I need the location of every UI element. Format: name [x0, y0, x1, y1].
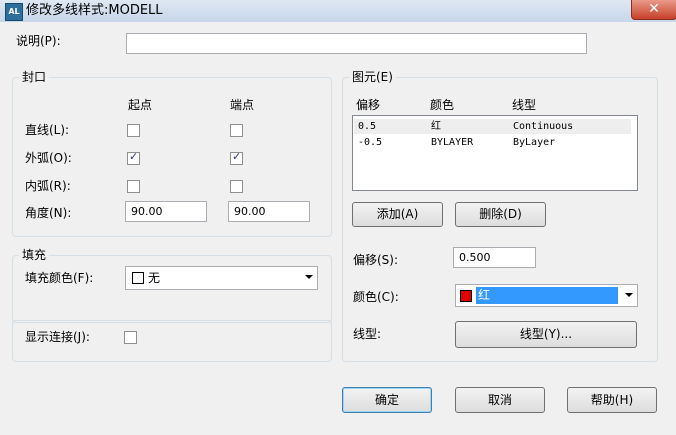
fill-color-label: 填充颜色(F):	[25, 271, 94, 285]
elements-group-title: 图元(E)	[349, 70, 396, 84]
elements-list[interactable]: 0.5 红 Continuous -0.5 BYLAYER ByLayer	[352, 115, 638, 191]
fill-color-value: 无	[148, 271, 161, 285]
caps-angle-start-input[interactable]: 90.00	[125, 201, 207, 222]
caps-line-end-checkbox[interactable]	[230, 124, 243, 137]
display-joints-label: 显示连接(J):	[25, 330, 90, 344]
ok-button[interactable]: 确定	[342, 387, 432, 413]
linetype-button[interactable]: 线型(Y)...	[455, 321, 637, 348]
element-offset-label: 偏移(S):	[353, 253, 399, 267]
element-linetype-label: 线型:	[353, 327, 382, 341]
dialog-body: 说明(P): 封口 起点 端点 直线(L): 外弧(O): 内弧(R): 角度(…	[0, 22, 676, 435]
cancel-button[interactable]: 取消	[455, 387, 545, 413]
caps-outer-arc-end-checkbox[interactable]	[230, 150, 243, 165]
description-label: 说明(P):	[16, 34, 61, 48]
chevron-down-icon	[625, 293, 633, 297]
caps-inner-arc-start-checkbox[interactable]	[127, 180, 140, 193]
caps-outer-arc-label: 外弧(O):	[25, 151, 72, 165]
fill-color-swatch	[132, 272, 144, 284]
element-offset-input[interactable]: 0.500	[453, 247, 536, 268]
list-item[interactable]: -0.5 BYLAYER ByLayer	[354, 135, 631, 150]
element-color-swatch	[460, 290, 472, 302]
close-button[interactable]: ✕	[631, 0, 676, 20]
caps-line-start-checkbox[interactable]	[127, 124, 140, 137]
display-joints-checkbox[interactable]	[124, 331, 137, 344]
caps-inner-arc-label: 内弧(R):	[25, 179, 71, 193]
element-color: BYLAYER	[431, 137, 474, 148]
caps-start-header: 起点	[128, 98, 153, 112]
caps-end-header: 端点	[230, 98, 255, 112]
element-offset: 0.5	[358, 121, 377, 132]
element-linetype: ByLayer	[513, 137, 556, 148]
add-element-button[interactable]: 添加(A)	[352, 202, 443, 227]
element-offset: -0.5	[358, 137, 383, 148]
element-color-label: 颜色(C):	[353, 290, 399, 304]
caps-inner-arc-end-checkbox[interactable]	[230, 180, 243, 193]
caps-angle-end-input[interactable]: 90.00	[228, 201, 310, 222]
caps-outer-arc-start-checkbox[interactable]	[127, 150, 140, 165]
fill-color-dropdown[interactable]: 无	[125, 266, 318, 290]
list-item[interactable]: 0.5 红 Continuous	[354, 119, 631, 134]
window-title: 修改多线样式:MODELL	[26, 3, 163, 18]
close-icon: ✕	[648, 1, 660, 17]
description-input[interactable]	[126, 33, 587, 54]
element-color-highlight	[476, 287, 618, 304]
element-color-dropdown[interactable]: 红	[455, 284, 638, 307]
element-color: 红	[431, 121, 441, 132]
elements-header-linetype: 线型	[512, 98, 537, 112]
title-bar: AL 修改多线样式:MODELL ✕	[0, 0, 676, 23]
fill-group-title: 填充	[19, 248, 50, 262]
element-linetype: Continuous	[513, 121, 574, 132]
elements-header-offset: 偏移	[356, 98, 381, 112]
caps-line-label: 直线(L):	[25, 123, 70, 137]
element-color-value: 红	[478, 288, 491, 302]
chevron-down-icon	[305, 275, 313, 279]
help-button[interactable]: 帮助(H)	[567, 387, 657, 413]
caps-angle-label: 角度(N):	[25, 206, 72, 220]
elements-header-color: 颜色	[430, 98, 455, 112]
caps-group-title: 封口	[19, 70, 50, 84]
app-icon: AL	[5, 3, 23, 21]
delete-element-button[interactable]: 删除(D)	[455, 202, 546, 227]
